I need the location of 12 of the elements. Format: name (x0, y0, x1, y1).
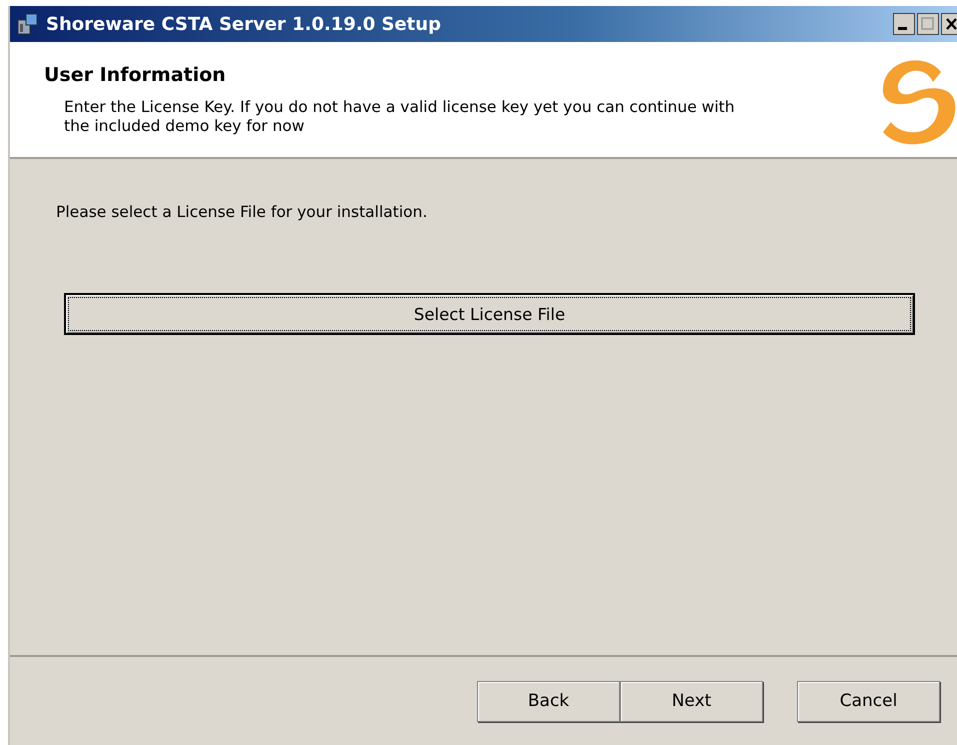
navigation-button[interactable]: Back (477, 680, 620, 722)
page-description: Enter the License Key. If you do not have a valid license key yet you can continue with the included demo key for now (64, 98, 736, 136)
minimize-icon[interactable] (893, 13, 915, 35)
cancel-button[interactable]: Cancel (797, 680, 940, 722)
maximize-icon[interactable] (917, 13, 939, 35)
instruction-text: Please select a License File for your installation. (56, 203, 428, 221)
installer-icon (16, 12, 40, 36)
select-license-file-button[interactable]: Select License File (64, 293, 915, 335)
close-icon[interactable] (941, 13, 957, 35)
navigation-button[interactable]: Next (620, 680, 763, 722)
page-title: User Information (44, 64, 227, 86)
window-title: Shoreware CSTA Server 1.0.19.0 Setup (46, 14, 442, 34)
